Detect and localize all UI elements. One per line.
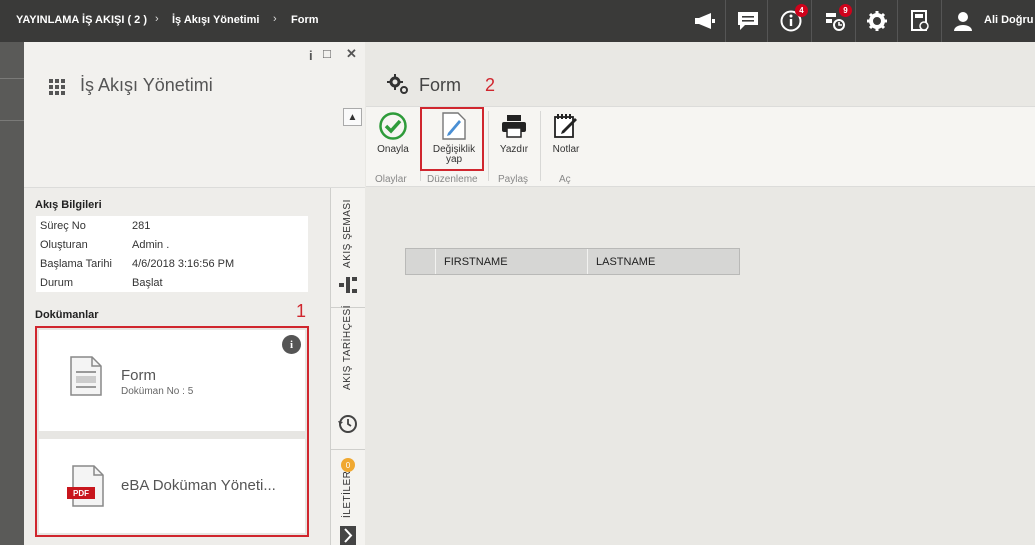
message-icon[interactable] [733, 6, 763, 36]
form-title: Form [419, 75, 461, 95]
breadcrumb-item-workflow[interactable]: İş Akışı Yönetimi [172, 14, 259, 26]
grid-selector-column[interactable] [406, 249, 436, 274]
document-title: Form [121, 367, 156, 384]
document-card-form[interactable]: Form Doküman No : 5 i [39, 330, 305, 431]
approve-check-icon [378, 111, 408, 141]
approve-button[interactable]: Onayla [372, 111, 414, 173]
ribbon-group-edit: Düzenleme [427, 174, 478, 185]
ribbon-group-open: Aç [559, 174, 571, 185]
column-header-lastname[interactable]: LASTNAME [588, 249, 739, 274]
history-clock-icon [337, 413, 359, 440]
chevron-right-icon: › [273, 13, 277, 25]
ribbon-group-share: Paylaş [498, 174, 529, 185]
data-grid-header: FIRSTNAME LASTNAME [405, 248, 740, 275]
form-panel: Form 2 Onayla Değişiklik yap Yazdır Notl… [366, 42, 1035, 545]
maximize-icon[interactable]: □ [323, 46, 331, 61]
breadcrumb-item-form: Form [291, 14, 319, 26]
flow-diagram-icon [339, 276, 357, 299]
chevron-up-icon: ▲ [347, 111, 358, 123]
info-label: Süreç No [40, 219, 86, 232]
left-navigation-strip [0, 42, 24, 545]
gears-icon [387, 73, 409, 100]
info-row: Oluşturan Admin . [36, 235, 308, 254]
info-row: Durum Başlat [36, 273, 308, 292]
close-icon[interactable]: ✕ [346, 46, 357, 62]
panel-title: İş Akışı Yönetimi [80, 75, 213, 95]
ribbon-group-events: Olaylar [375, 174, 407, 185]
edit-button-highlight [420, 107, 484, 171]
info-label: Durum [40, 276, 74, 289]
info-label: Başlama Tarihi [40, 257, 112, 270]
column-header-firstname[interactable]: FIRSTNAME [436, 249, 588, 274]
pdf-document-icon: PDF [67, 465, 106, 507]
document-card-eba[interactable]: PDF eBA Doküman Yöneti... [39, 439, 305, 533]
notes-icon [551, 111, 581, 141]
panel-header: i □ ✕ İş Akışı Yönetimi ▲ [24, 42, 365, 188]
button-label: Onayla [377, 144, 409, 155]
annotation-marker-1: 1 [296, 301, 307, 321]
megaphone-icon[interactable] [690, 6, 720, 36]
info-small-icon[interactable]: i [309, 48, 313, 63]
notes-button[interactable]: Notlar [546, 111, 586, 173]
info-row: Başlama Tarihi 4/6/2018 3:16:56 PM [36, 254, 308, 273]
tab-flow-diagram[interactable]: AKIŞ ŞEMASI [331, 188, 365, 308]
chevron-right-icon: › [155, 13, 159, 25]
print-button[interactable]: Yazdır [494, 111, 534, 173]
printer-icon [499, 111, 529, 141]
ribbon-toolbar: Onayla Değişiklik yap Yazdır Notlar Olay… [366, 106, 1035, 187]
info-icon[interactable]: 4 [776, 4, 808, 36]
document-title: eBA Doküman Yöneti... [121, 477, 276, 494]
document-info-icon[interactable]: i [282, 335, 301, 354]
expand-arrow-icon [340, 526, 356, 545]
button-label: Yazdır [499, 144, 529, 155]
info-value: 281 [132, 219, 151, 232]
document-number: Doküman No : 5 [121, 386, 194, 397]
apps-grid-icon[interactable] [49, 79, 65, 100]
user-name[interactable]: Ali Doğru [984, 14, 1034, 26]
pdf-badge: PDF [67, 487, 95, 499]
documents-heading: Dokümanlar [35, 309, 99, 321]
tab-label: İLETİLER [342, 470, 353, 518]
calculator-icon[interactable] [905, 6, 935, 36]
tab-label: AKIŞ ŞEMASI [342, 199, 353, 268]
annotation-marker-2: 2 [485, 75, 496, 95]
top-bar: YAYINLAMA İŞ AKIŞI ( 2 ) › İş Akışı Yöne… [0, 0, 1035, 42]
info-label: Oluşturan [40, 238, 88, 251]
collapse-ribbon-button[interactable]: ▲ [343, 108, 362, 126]
workflow-task-icon[interactable]: 9 [820, 4, 852, 36]
flow-info-heading: Akış Bilgileri [35, 199, 102, 211]
tab-label: AKIŞ TARİHÇESİ [342, 305, 353, 390]
side-tabs: AKIŞ ŞEMASI AKIŞ TARİHÇESİ 0 İLETİLER [330, 188, 365, 545]
notification-badge: 4 [795, 4, 808, 17]
form-document-icon [70, 356, 102, 401]
gear-icon[interactable] [862, 6, 892, 36]
breadcrumb-item-process[interactable]: YAYINLAMA İŞ AKIŞI ( 2 ) [16, 14, 147, 26]
tab-flow-history[interactable]: AKIŞ TARİHÇESİ [331, 305, 365, 450]
button-label: Notlar [552, 144, 580, 155]
info-value: Başlat [132, 276, 163, 289]
info-row: Süreç No 281 [36, 216, 308, 235]
workflow-management-panel: i □ ✕ İş Akışı Yönetimi ▲ Akış Bilgileri… [24, 42, 365, 545]
user-icon[interactable] [948, 6, 978, 36]
info-value: Admin . [132, 238, 170, 251]
info-value: 4/6/2018 3:16:56 PM [132, 257, 235, 270]
tab-messages[interactable]: 0 İLETİLER [331, 450, 365, 545]
task-badge: 9 [839, 4, 852, 17]
documents-list: Form Doküman No : 5 i PDF eBA Doküman Yö… [35, 326, 309, 537]
flow-info-table: Süreç No 281 Oluşturan Admin . Başlama Tar… [36, 216, 308, 292]
